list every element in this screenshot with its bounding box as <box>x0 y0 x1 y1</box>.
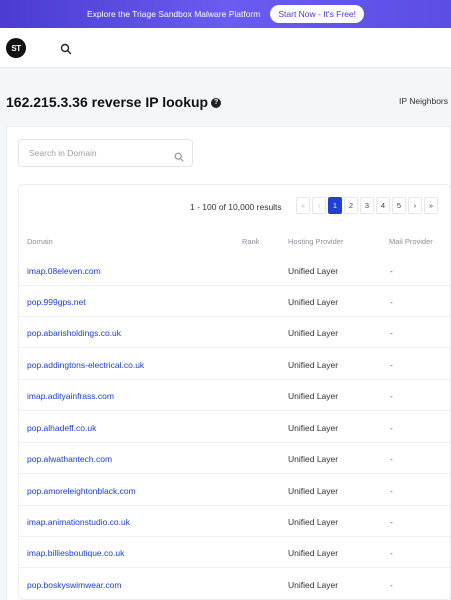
domain-search-icon[interactable] <box>174 149 184 162</box>
domain-link[interactable]: pop.999gps.net <box>27 297 86 307</box>
results-count: 1 - 100 of 10,000 results <box>190 202 282 212</box>
domain-link[interactable]: imap.08eleven.com <box>27 266 101 276</box>
next-page-button[interactable]: › <box>408 197 422 214</box>
domain-link[interactable]: pop.addingtons-electrical.co.uk <box>27 360 144 370</box>
page-4-button[interactable]: 4 <box>376 197 390 214</box>
hosting-provider: Unified Layer <box>288 548 339 558</box>
hosting-provider: Unified Layer <box>288 297 339 307</box>
domain-search-box[interactable] <box>18 139 193 167</box>
domain-link[interactable]: pop.amoreleightonblack.com <box>27 486 136 496</box>
table-row: pop.999gps.net Unified Layer - <box>18 286 451 317</box>
table-row: imap.adityainfrass.com Unified Layer - <box>18 380 451 411</box>
hosting-provider: Unified Layer <box>288 360 339 370</box>
mail-provider: - <box>390 391 393 401</box>
domain-search-input[interactable] <box>19 140 159 166</box>
hosting-provider: Unified Layer <box>288 328 339 338</box>
hosting-provider: Unified Layer <box>288 580 339 590</box>
domain-link[interactable]: imap.billiesboutique.co.uk <box>27 548 124 558</box>
domain-link[interactable]: pop.alhadeff.co.uk <box>27 423 96 433</box>
mail-provider: - <box>390 266 393 276</box>
mail-provider: - <box>390 517 393 527</box>
domain-link[interactable]: pop.abarisholdings.co.uk <box>27 328 121 338</box>
page-title: 162.215.3.36 reverse IP lookup? <box>6 94 222 110</box>
mail-provider: - <box>390 423 393 433</box>
hosting-provider: Unified Layer <box>288 266 339 276</box>
mail-provider: - <box>390 486 393 496</box>
domain-link[interactable]: imap.animationstudio.co.uk <box>27 517 130 527</box>
hosting-provider: Unified Layer <box>288 486 339 496</box>
mail-provider: - <box>390 297 393 307</box>
page-5-button[interactable]: 5 <box>392 197 406 214</box>
logo[interactable]: ST <box>6 38 26 58</box>
page-3-button[interactable]: 3 <box>360 197 374 214</box>
column-header-domain[interactable]: Domain <box>27 237 53 246</box>
start-now-button[interactable]: Start Now - It's Free! <box>270 5 365 23</box>
table-row: imap.08eleven.com Unified Layer - <box>18 255 451 286</box>
mail-provider: - <box>390 328 393 338</box>
table-row: pop.addingtons-electrical.co.uk Unified … <box>18 349 451 380</box>
table-row: pop.alwathantech.com Unified Layer - <box>18 443 451 474</box>
pagination: « ‹ 1 2 3 4 5 › » <box>296 197 438 214</box>
column-header-hosting[interactable]: Hosting Provider <box>288 237 343 246</box>
domain-link[interactable]: pop.boskyswimwear.com <box>27 580 121 590</box>
table-row: pop.abarisholdings.co.uk Unified Layer - <box>18 317 451 348</box>
page-1-button[interactable]: 1 <box>328 197 342 214</box>
page-title-text: 162.215.3.36 reverse IP lookup <box>6 94 209 110</box>
promo-banner: Explore the Triage Sandbox Malware Platf… <box>0 0 451 28</box>
table-row: imap.billiesboutique.co.uk Unified Layer… <box>18 537 451 568</box>
prev-page-button[interactable]: ‹ <box>312 197 326 214</box>
hosting-provider: Unified Layer <box>288 423 339 433</box>
search-icon[interactable] <box>60 42 72 55</box>
hosting-provider: Unified Layer <box>288 391 339 401</box>
hosting-provider: Unified Layer <box>288 454 339 464</box>
ip-neighbors-link[interactable]: IP Neighbors <box>399 96 448 106</box>
page-2-button[interactable]: 2 <box>344 197 358 214</box>
mail-provider: - <box>390 580 393 590</box>
first-page-button[interactable]: « <box>296 197 310 214</box>
column-header-rank[interactable]: Rank <box>242 237 260 246</box>
hosting-provider: Unified Layer <box>288 517 339 527</box>
table-row: imap.animationstudio.co.uk Unified Layer… <box>18 506 451 537</box>
mail-provider: - <box>390 454 393 464</box>
last-page-button[interactable]: » <box>424 197 438 214</box>
top-navbar: ST <box>0 28 451 68</box>
mail-provider: - <box>390 360 393 370</box>
table-row: pop.alhadeff.co.uk Unified Layer - <box>18 412 451 443</box>
table-row: pop.boskyswimwear.com Unified Layer - <box>18 569 451 600</box>
table-row: pop.amoreleightonblack.com Unified Layer… <box>18 475 451 506</box>
domain-link[interactable]: pop.alwathantech.com <box>27 454 112 464</box>
mail-provider: - <box>390 548 393 558</box>
domain-link[interactable]: imap.adityainfrass.com <box>27 391 114 401</box>
banner-text: Explore the Triage Sandbox Malware Platf… <box>86 9 261 19</box>
help-icon[interactable]: ? <box>211 98 222 109</box>
column-header-mail[interactable]: Mail Provider <box>389 237 433 246</box>
